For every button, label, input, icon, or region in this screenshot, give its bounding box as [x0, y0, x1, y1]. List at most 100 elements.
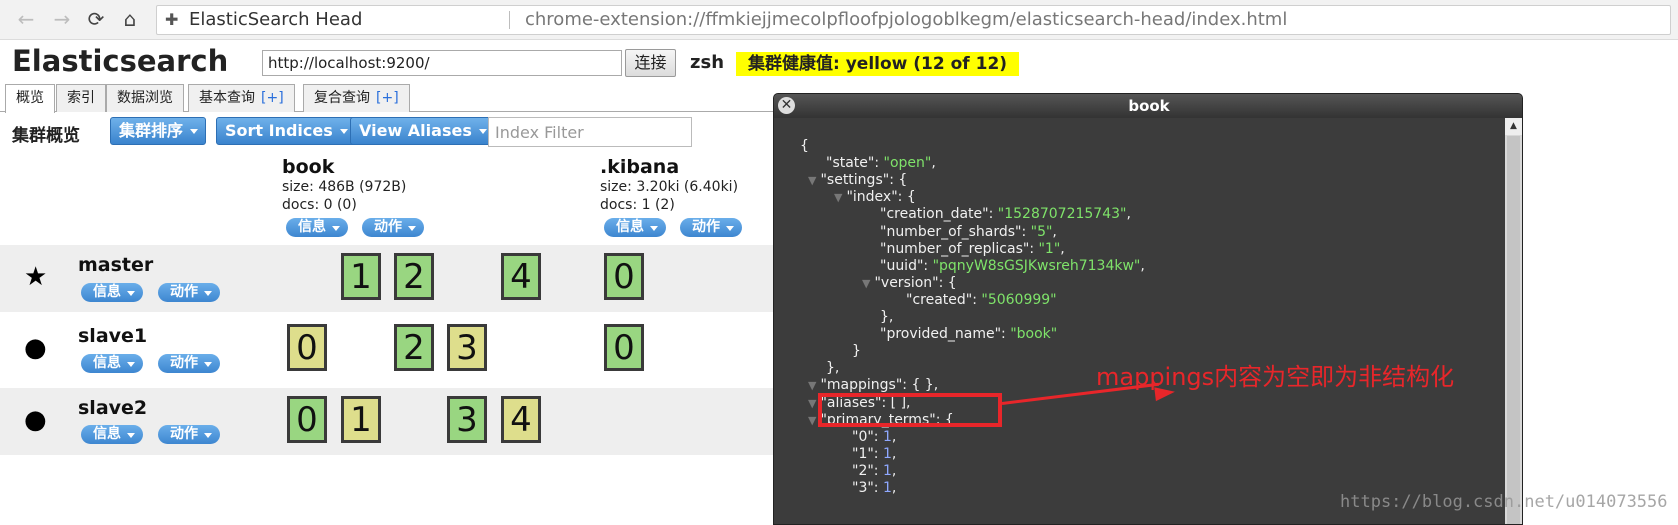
- reload-icon[interactable]: ⟳: [84, 8, 108, 32]
- shard-box[interactable]: 4: [501, 396, 541, 443]
- json-value: {: [898, 172, 908, 189]
- caret-down-icon: [726, 226, 734, 231]
- index-name: book: [282, 156, 335, 178]
- node-action-button[interactable]: 动作: [158, 283, 220, 302]
- json-punctuation: },: [826, 360, 840, 377]
- home-icon[interactable]: ⌂: [118, 8, 142, 32]
- tab-browser[interactable]: 数据浏览: [106, 84, 184, 112]
- tab-plus[interactable]: [+]: [376, 90, 399, 106]
- forward-arrow-icon[interactable]: →: [50, 8, 74, 32]
- caret-down-icon: [127, 433, 135, 438]
- scroll-up-icon[interactable]: ▲: [1505, 118, 1522, 135]
- index-docs: docs: 1 (2): [600, 197, 675, 213]
- shard-box[interactable]: 3: [447, 324, 487, 371]
- json-value: "5": [1030, 223, 1053, 240]
- json-colon: :: [1021, 223, 1031, 240]
- json-colon: :: [972, 291, 982, 308]
- collapse-triangle-icon[interactable]: ▼: [808, 414, 816, 427]
- index-info-button[interactable]: 信息: [286, 218, 348, 237]
- annotation-text: mappings内容为空即为非结构化: [1096, 363, 1455, 391]
- json-value: "pqnyW8sGSJKwsreh7134kw": [932, 257, 1141, 274]
- extension-puzzle-icon: ✚: [165, 10, 179, 29]
- json-suffix: ,: [933, 377, 939, 394]
- shard-box[interactable]: 1: [341, 253, 381, 300]
- tab-plus[interactable]: [+]: [261, 90, 284, 106]
- shard-box[interactable]: 2: [394, 324, 434, 371]
- back-arrow-icon[interactable]: ←: [14, 8, 38, 32]
- json-value: 1: [882, 445, 892, 462]
- shard-box[interactable]: 3: [447, 396, 487, 443]
- address-url[interactable]: chrome-extension://ffmkiejjmecolpfloofpj…: [525, 6, 1287, 34]
- shard-box[interactable]: 0: [287, 324, 327, 371]
- index-column-kibana: .kibana size: 3.20ki (6.40ki) docs: 1 (2…: [600, 156, 738, 214]
- close-icon[interactable]: ✕: [778, 97, 795, 114]
- info-label: 信息: [616, 219, 644, 235]
- shard-box[interactable]: 2: [394, 253, 434, 300]
- json-line: }: [852, 343, 861, 359]
- index-info-button[interactable]: 信息: [604, 218, 666, 237]
- node-action-button[interactable]: 动作: [158, 354, 220, 373]
- star-icon: ★: [24, 262, 48, 292]
- json-value: "1528707215743": [997, 206, 1127, 223]
- json-colon: :: [1001, 326, 1011, 343]
- sort-indices-button[interactable]: Sort Indices: [216, 117, 356, 145]
- node-info-button[interactable]: 信息: [81, 425, 143, 444]
- dialog-titlebar[interactable]: ✕ book: [774, 94, 1522, 118]
- index-size: size: 486B (972B): [282, 179, 407, 195]
- address-bar[interactable]: ✚ ElasticSearch Head chrome-extension://…: [156, 5, 1671, 35]
- address-separator: [509, 11, 510, 29]
- node-name: slave1: [78, 325, 148, 347]
- json-suffix: ,: [891, 445, 897, 462]
- collapse-triangle-icon[interactable]: ▼: [862, 277, 870, 290]
- sort-indices-label: Sort Indices: [225, 121, 333, 140]
- caret-down-icon: [204, 433, 212, 438]
- connection-url-input[interactable]: [262, 50, 622, 76]
- view-aliases-button[interactable]: View Aliases: [350, 117, 495, 145]
- shard-box[interactable]: 0: [604, 324, 644, 371]
- index-action-button[interactable]: 动作: [362, 218, 424, 237]
- json-colon: :: [873, 480, 883, 496]
- node-name: master: [78, 254, 154, 276]
- connect-button[interactable]: 连接: [625, 49, 676, 77]
- action-label: 动作: [374, 219, 402, 235]
- json-punctuation: },: [880, 309, 894, 325]
- shard-box[interactable]: 0: [604, 253, 644, 300]
- index-filter-input[interactable]: [488, 117, 692, 147]
- shard-box[interactable]: 4: [501, 253, 541, 300]
- json-line: "0": 1,: [852, 429, 896, 445]
- tab-compound-query[interactable]: 复合查询 [+]: [303, 84, 410, 112]
- dialog-scrollbar[interactable]: ▲: [1505, 118, 1522, 524]
- collapse-triangle-icon[interactable]: ▼: [808, 379, 816, 392]
- scrollbar-thumb[interactable]: [1507, 136, 1520, 524]
- caret-down-icon: [478, 129, 487, 134]
- dialog-title: book: [1128, 97, 1170, 115]
- caret-down-icon: [127, 362, 135, 367]
- watermark: https://blog.csdn.net/u014073556: [1340, 492, 1668, 512]
- json-value: "1": [1038, 240, 1061, 257]
- collapse-triangle-icon[interactable]: ▼: [808, 174, 816, 187]
- node-info-button[interactable]: 信息: [81, 283, 143, 302]
- json-key: "settings": [820, 172, 890, 189]
- action-label: 动作: [170, 426, 198, 442]
- tab-overview[interactable]: 概览: [5, 84, 55, 113]
- json-colon: :: [874, 155, 884, 172]
- sort-cluster-button[interactable]: 集群排序: [110, 117, 207, 145]
- json-colon: :: [897, 189, 907, 206]
- tab-basic-query[interactable]: 基本查询 [+]: [188, 84, 295, 112]
- annotation-highlight-box: [818, 393, 1002, 427]
- cluster-health-badge: 集群健康值: yellow (12 of 12): [736, 52, 1020, 76]
- collapse-triangle-icon[interactable]: ▼: [808, 397, 816, 410]
- collapse-triangle-icon[interactable]: ▼: [834, 191, 842, 204]
- json-line: ▼ "version": {: [862, 275, 957, 291]
- shard-box[interactable]: 0: [287, 396, 327, 443]
- json-key: "3": [852, 480, 874, 496]
- node-info-button[interactable]: 信息: [81, 354, 143, 373]
- json-viewer: {"state": "open", ▼ "settings": {▼ "index":…: [774, 118, 1507, 524]
- shard-box[interactable]: 1: [341, 396, 381, 443]
- tab-indices[interactable]: 索引: [56, 84, 106, 112]
- node-action-button[interactable]: 动作: [158, 425, 220, 444]
- caret-down-icon: [127, 291, 135, 296]
- json-line: "uuid": "pqnyW8sGSJKwsreh7134kw",: [880, 258, 1145, 274]
- json-value: {: [947, 274, 957, 291]
- index-action-button[interactable]: 动作: [680, 218, 742, 237]
